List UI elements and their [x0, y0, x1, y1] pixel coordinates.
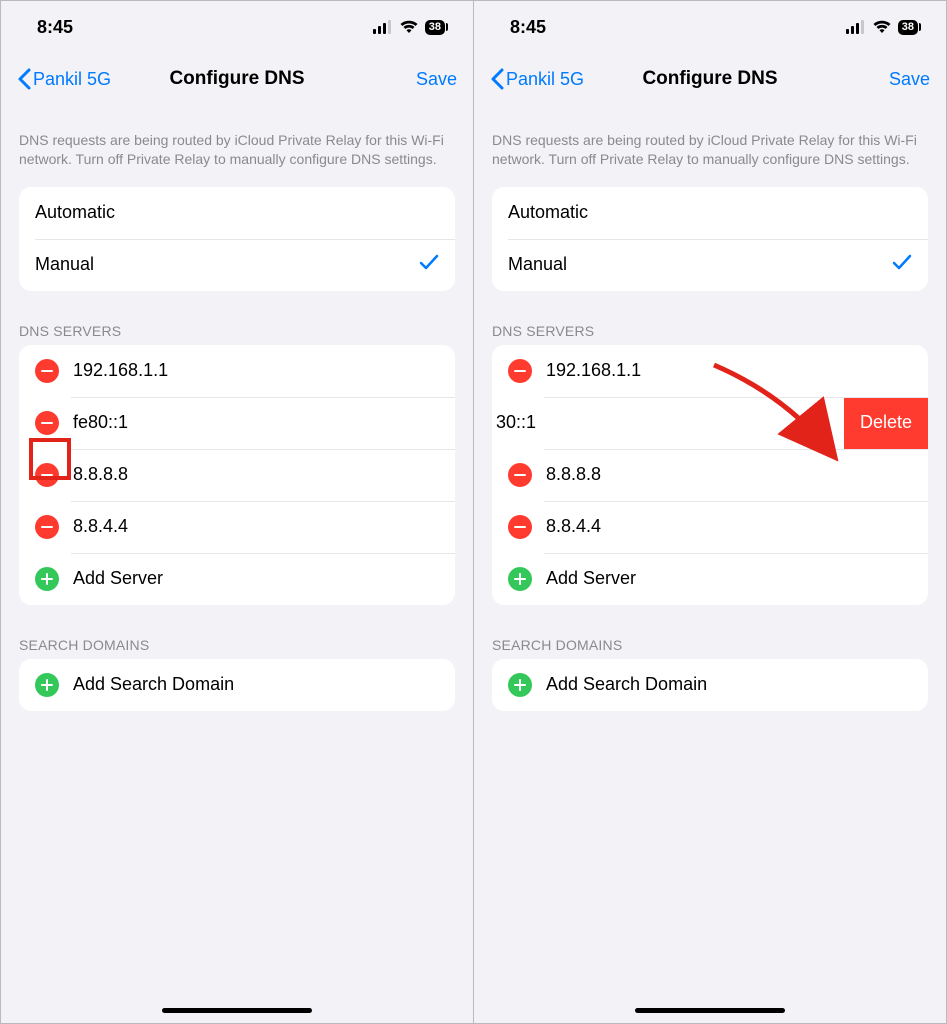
remove-icon[interactable] [508, 359, 532, 383]
page-title: Configure DNS [169, 68, 304, 90]
dns-value: 8.8.8.8 [73, 464, 439, 485]
search-section-header: SEARCH DOMAINS [474, 623, 946, 659]
add-icon[interactable] [35, 567, 59, 591]
remove-icon[interactable] [35, 411, 59, 435]
search-list: Add Search Domain [19, 659, 455, 711]
remove-icon[interactable] [35, 515, 59, 539]
phone-left: 8:45 38 Pankil 5G Configure DNS Save DNS… [1, 1, 473, 1023]
info-text: DNS requests are being routed by iCloud … [474, 131, 946, 187]
mode-automatic-label: Automatic [508, 202, 912, 223]
add-icon[interactable] [508, 673, 532, 697]
mode-automatic-label: Automatic [35, 202, 439, 223]
dns-list: 192.168.1.1 fe80::1 8.8.8.8 8.8.4.4 Add … [19, 345, 455, 605]
search-section-header: SEARCH DOMAINS [1, 623, 473, 659]
dns-section-header: DNS SERVERS [1, 309, 473, 345]
chevron-left-icon [490, 68, 504, 90]
battery-icon: 38 [898, 20, 918, 35]
dns-value-clipped: 30::1 [492, 412, 844, 433]
screen-content: DNS requests are being routed by iCloud … [1, 105, 473, 1023]
mode-list: Automatic Manual [492, 187, 928, 291]
add-search-domain-row[interactable]: Add Search Domain [19, 659, 455, 711]
mode-manual-label: Manual [508, 254, 892, 275]
status-icons: 38 [846, 20, 918, 35]
page-title: Configure DNS [642, 68, 777, 90]
cellular-icon [846, 20, 866, 34]
checkmark-icon [892, 253, 912, 276]
add-server-label: Add Server [546, 568, 912, 589]
delete-button[interactable]: Delete [844, 397, 928, 449]
dns-row-2[interactable]: 8.8.8.8 [19, 449, 455, 501]
status-bar: 8:45 38 [1, 1, 473, 53]
remove-icon[interactable] [35, 463, 59, 487]
back-label: Pankil 5G [506, 69, 584, 90]
dns-value: fe80::1 [73, 412, 439, 433]
dns-row-1[interactable]: fe80::1 [19, 397, 455, 449]
add-server-label: Add Server [73, 568, 439, 589]
add-icon[interactable] [508, 567, 532, 591]
nav-bar: Pankil 5G Configure DNS Save [1, 53, 473, 105]
mode-automatic[interactable]: Automatic [19, 187, 455, 239]
remove-icon[interactable] [508, 515, 532, 539]
dns-value: 8.8.4.4 [546, 516, 912, 537]
mode-automatic[interactable]: Automatic [492, 187, 928, 239]
add-search-label: Add Search Domain [73, 674, 439, 695]
phone-right: 8:45 38 Pankil 5G Configure DNS Save DNS… [474, 1, 946, 1023]
-search-label worm: Add Search Domain [546, 674, 912, 695]
dns-value: 192.168.1.1 [73, 360, 439, 381]
chevron-left-icon [17, 68, 31, 90]
back-label: Pankil 5G [33, 69, 111, 90]
dns-value: 8.8.4.4 [73, 516, 439, 537]
add-server-row[interactable]: Add Server [492, 553, 928, 605]
dns-row-2[interactable]: 8.8.8.8 [492, 449, 928, 501]
back-button[interactable]: Pankil 5G [17, 68, 111, 90]
home-indicator [635, 1008, 785, 1013]
dns-row-0[interactable]: 192.168.1.1 [19, 345, 455, 397]
status-time: 8:45 [37, 17, 73, 38]
dns-row-0[interactable]: 192.168.1.1 [492, 345, 928, 397]
add-server-row[interactable]: Add Server [19, 553, 455, 605]
add-search-domain-row[interactable]: Add Search Domain [492, 659, 928, 711]
mode-list: Automatic Manual [19, 187, 455, 291]
dns-value: 8.8.8.8 [546, 464, 912, 485]
wifi-icon [872, 20, 892, 34]
wifi-icon [399, 20, 419, 34]
search-list: Add Search Domain [492, 659, 928, 711]
back-button[interactable]: Pankil 5G [490, 68, 584, 90]
remove-icon[interactable] [508, 463, 532, 487]
dns-row-3[interactable]: 8.8.4.4 [19, 501, 455, 553]
cellular-icon [373, 20, 393, 34]
nav-bar: Pankil 5G Configure DNS Save [474, 53, 946, 105]
status-time: 8:45 [510, 17, 546, 38]
screen-content: DNS requests are being routed by iCloud … [474, 105, 946, 1023]
remove-icon[interactable] [35, 359, 59, 383]
mode-manual[interactable]: Manual [19, 239, 455, 291]
status-bar: 8:45 38 [474, 1, 946, 53]
mode-manual-label: Manual [35, 254, 419, 275]
dns-value: 192.168.1.1 [546, 360, 912, 381]
dns-row-3[interactable]: 8.8.4.4 [492, 501, 928, 553]
home-indicator [162, 1008, 312, 1013]
status-icons: 38 [373, 20, 445, 35]
battery-icon: 38 [425, 20, 445, 35]
info-text: DNS requests are being routed by iCloud … [1, 131, 473, 187]
save-button[interactable]: Save [889, 69, 930, 90]
add-icon[interactable] [35, 673, 59, 697]
dns-section-header: DNS SERVERS [474, 309, 946, 345]
dns-row-swiped[interactable]: 30::1 Delete [492, 397, 928, 449]
dns-list: 192.168.1.1 30::1 Delete 8.8.8.8 8.8.4.4 [492, 345, 928, 605]
checkmark-icon [419, 253, 439, 276]
mode-manual[interactable]: Manual [492, 239, 928, 291]
save-button[interactable]: Save [416, 69, 457, 90]
